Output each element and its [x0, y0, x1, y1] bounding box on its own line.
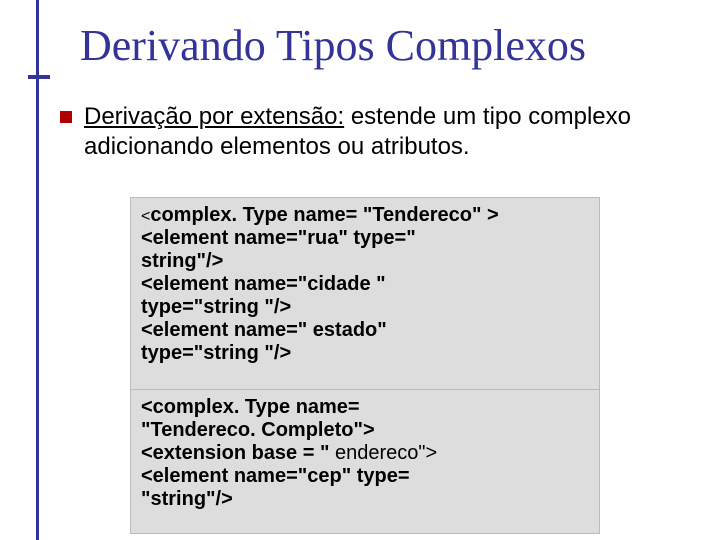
code-line: string"/>	[141, 250, 589, 273]
bullet-lead: Derivação por extensão:	[84, 103, 344, 130]
code-line: "string"/>	[141, 488, 589, 511]
bullet-row: Derivação por extensão: estende um tipo …	[60, 102, 680, 162]
code-line: <element name="rua" type="	[141, 227, 589, 250]
code-stack: <complex. Type name= "Tendereco" > <elem…	[130, 197, 600, 534]
code-line: type="string "/>	[141, 342, 589, 365]
code-line: <complex. Type name= "Tendereco" >	[141, 204, 589, 227]
slide-title: Derivando Tipos Complexos	[80, 20, 586, 71]
code-box-1: <complex. Type name= "Tendereco" > <elem…	[130, 197, 600, 392]
code-line: "Tendereco. Completo">	[141, 419, 589, 442]
code-line: <element name=" estado"	[141, 319, 589, 342]
code-box-2: <complex. Type name= "Tendereco. Complet…	[130, 389, 600, 534]
code-line: <element name="cep" type=	[141, 465, 589, 488]
code-line: <element name="cidade "	[141, 273, 589, 296]
bullet-icon	[60, 111, 72, 123]
code-line: <extension base = " endereco">	[141, 442, 589, 465]
body: Derivação por extensão: estende um tipo …	[60, 102, 680, 162]
code-line: type="string "/>	[141, 296, 589, 319]
bullet-text: Derivação por extensão: estende um tipo …	[84, 102, 680, 162]
slide: Derivando Tipos Complexos Derivação por …	[0, 0, 720, 540]
code-line: <complex. Type name=	[141, 396, 589, 419]
accent-vertical-line	[36, 0, 39, 540]
accent-tick	[28, 75, 50, 79]
